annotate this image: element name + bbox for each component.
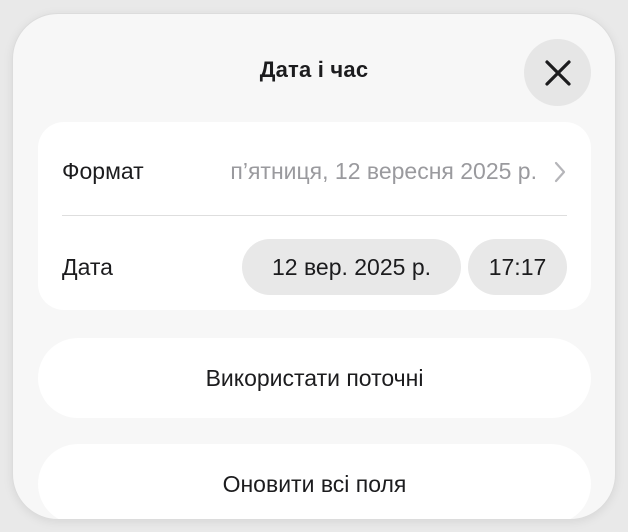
time-picker-button[interactable]: 17:17 (468, 239, 567, 295)
date-time-popover: Дата і час Формат п’ятниця, 12 вересня 2… (12, 13, 616, 520)
use-current-button[interactable]: Використати поточні (38, 338, 591, 418)
chevron-right-icon[interactable] (553, 161, 567, 183)
update-all-fields-button[interactable]: Оновити всі поля (38, 444, 591, 519)
format-value[interactable]: п’ятниця, 12 вересня 2025 р. (230, 158, 537, 185)
settings-card: Формат п’ятниця, 12 вересня 2025 р. Дата… (38, 122, 591, 310)
divider (62, 215, 567, 216)
date-label: Дата (62, 254, 113, 280)
close-icon (544, 59, 571, 86)
date-picker-button[interactable]: 12 вер. 2025 р. (242, 239, 461, 295)
close-button[interactable] (524, 39, 591, 106)
format-label: Формат (62, 158, 144, 184)
